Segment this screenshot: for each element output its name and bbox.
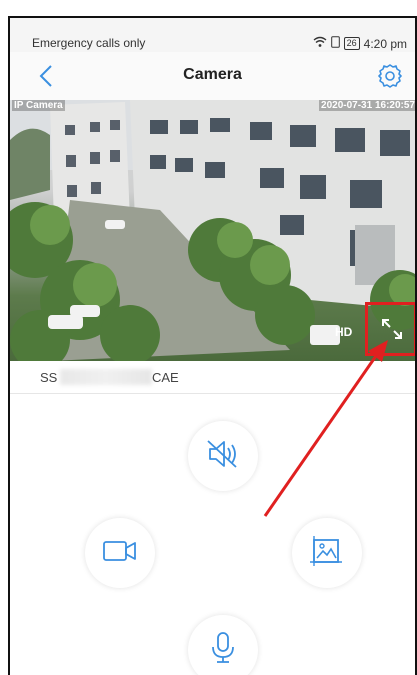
quality-toggle[interactable]: HD [335,325,352,339]
mute-button[interactable] [188,421,258,491]
microphone-icon [210,631,236,670]
fullscreen-button[interactable] [365,302,415,356]
ssid-prefix: SS [40,370,58,385]
clock: 4:20 pm [363,36,407,51]
app-bar: Camera [10,52,415,100]
expand-icon [380,317,404,346]
camera-scene [10,100,415,361]
page-title: Camera [183,66,242,83]
record-button[interactable] [85,518,155,588]
status-icons: 26 4:20 pm [313,36,407,51]
camera-live-view[interactable]: IP Camera 2020-07-31 16:20:57 HD [10,100,415,361]
microphone-button[interactable] [188,615,258,675]
speaker-mute-icon [206,439,240,474]
timestamp-overlay: 2020-07-31 16:20:57 [319,100,415,111]
ssid-redaction [60,369,152,385]
video-camera-icon [102,538,138,569]
sim-icon [330,36,340,51]
snapshot-button[interactable] [292,518,362,588]
phone-frame: Emergency calls only 26 4:20 pm Camera I… [8,16,417,675]
status-bar: Emergency calls only 26 4:20 pm [10,18,415,52]
wifi-icon [313,36,327,51]
ssid-suffix: CAE [152,370,179,385]
camera-name-overlay: IP Camera [12,100,65,111]
image-icon [310,534,344,573]
gear-icon[interactable] [377,63,403,89]
device-ssid-row: SS CAE [10,361,415,394]
carrier-text: Emergency calls only [32,36,146,50]
battery-icon: 26 [343,37,360,50]
